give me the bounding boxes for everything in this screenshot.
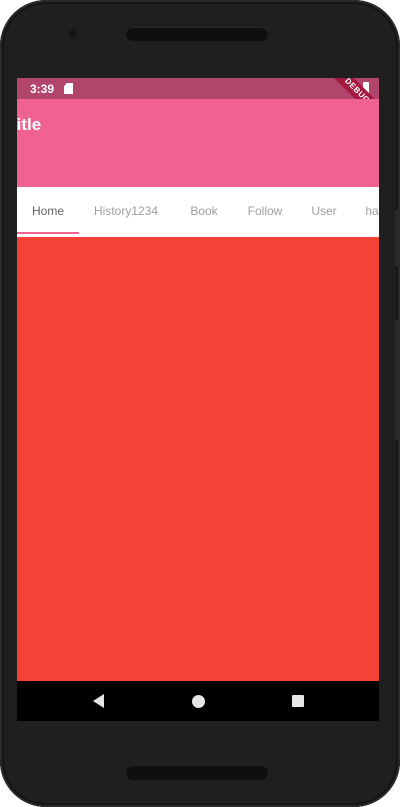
tab-content <box>17 237 379 721</box>
tab-label: Home <box>31 204 64 218</box>
volume-button <box>395 210 400 266</box>
sd-card-icon <box>64 83 74 94</box>
app-bar-title: title <box>17 115 42 134</box>
screen: 3:39 DEBUG title Home History1234 Book <box>17 78 379 721</box>
tab-user[interactable]: User <box>301 187 347 237</box>
status-time: 3:39 <box>30 81 55 96</box>
phone-frame: 3:39 DEBUG title Home History1234 Book <box>0 0 400 807</box>
power-button <box>395 320 400 440</box>
tab-home[interactable]: Home <box>17 187 79 237</box>
app-bar: title <box>17 99 379 187</box>
bottom-speaker <box>126 766 268 780</box>
recents-button[interactable] <box>278 681 318 721</box>
earpiece-speaker <box>126 27 268 41</box>
tab-indicator <box>17 232 79 234</box>
tab-history[interactable]: History1234 <box>83 187 169 237</box>
home-button[interactable] <box>178 681 218 721</box>
status-bar: 3:39 DEBUG <box>17 78 379 128</box>
tab-label: ha <box>365 204 379 218</box>
tab-bar: Home History1234 Book Follow User ha <box>17 187 379 237</box>
back-icon <box>92 694 104 708</box>
tab-ha[interactable]: ha <box>357 187 379 237</box>
tab-follow[interactable]: Follow <box>239 187 291 237</box>
tab-label: User <box>311 204 337 218</box>
back-button[interactable] <box>78 681 118 721</box>
tab-label: Follow <box>247 204 283 218</box>
tab-label: Book <box>190 204 218 218</box>
front-camera <box>67 28 79 40</box>
system-nav-bar <box>17 681 379 721</box>
recents-icon <box>292 695 304 707</box>
home-icon <box>191 694 205 708</box>
tab-label: History1234 <box>93 204 159 218</box>
tab-book[interactable]: Book <box>179 187 229 237</box>
